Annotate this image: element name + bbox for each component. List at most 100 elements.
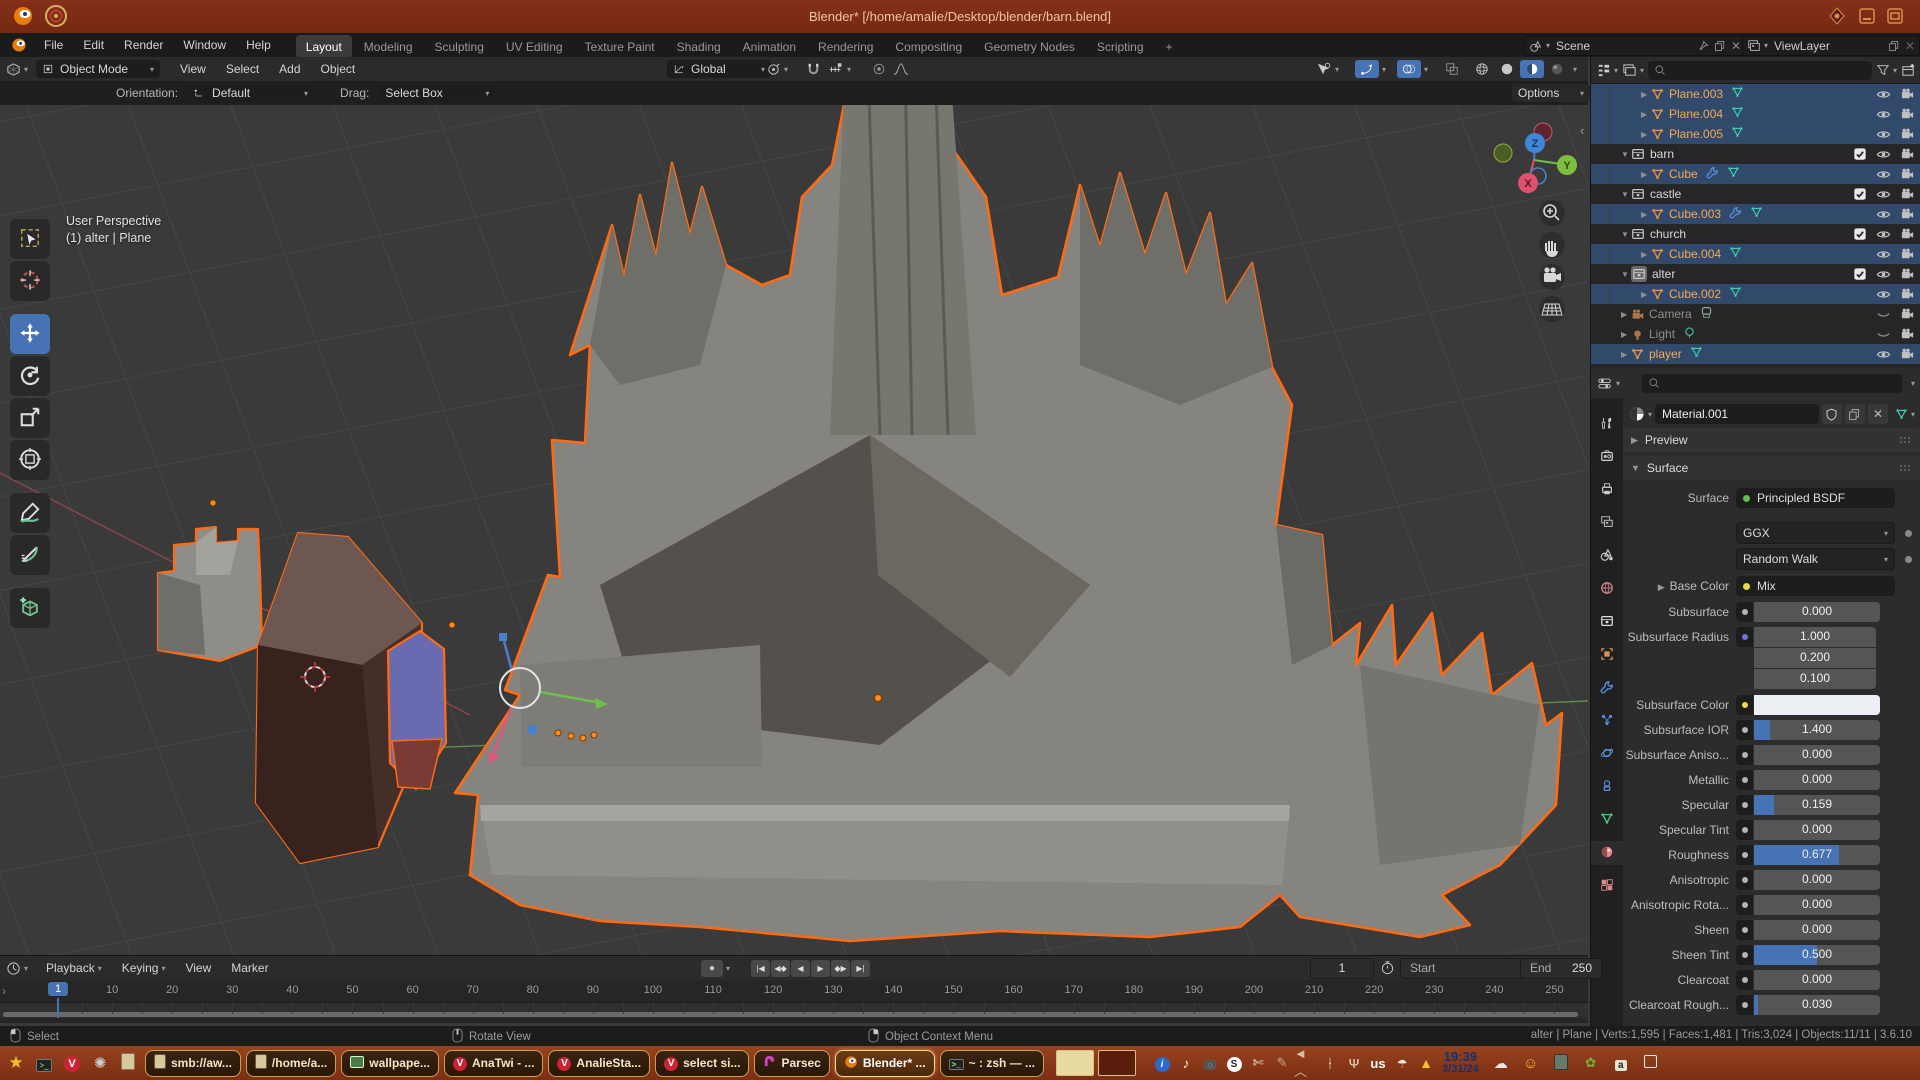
scene-selector[interactable]: ▾ Scene ✕ <box>1524 35 1746 56</box>
properties-search-input[interactable] <box>1642 374 1902 393</box>
tool-annotate-button[interactable] <box>10 493 50 533</box>
record-button[interactable]: ● <box>701 960 723 977</box>
wrench-icon[interactable] <box>1706 166 1719 182</box>
maximize-icon[interactable] <box>1886 7 1904 25</box>
proportional-editing-toggle[interactable] <box>872 62 909 76</box>
workspace-tab-uv-editing[interactable]: UV Editing <box>496 35 573 58</box>
expand-arrow-icon[interactable]: ▶ <box>1641 290 1651 299</box>
outliner-row-barn[interactable]: ▼barn <box>1591 144 1920 164</box>
clearcoat-rough--slider[interactable]: 0.030 <box>1754 995 1880 1015</box>
taskbar-window-select-si-[interactable]: Vselect si... <box>655 1050 749 1077</box>
node-socket-decorator[interactable] <box>1736 945 1753 965</box>
viewport-menu-add[interactable]: Add <box>269 62 310 76</box>
node-socket-decorator[interactable] <box>1736 845 1753 865</box>
jump-start-button[interactable]: |◀ <box>751 960 770 977</box>
timeline-menu-view[interactable]: View <box>175 961 221 975</box>
properties-tab-tool[interactable] <box>1591 412 1623 436</box>
eye-icon[interactable] <box>1876 147 1891 162</box>
mesh-data-icon[interactable] <box>1727 166 1740 182</box>
launcher-favorites-star[interactable]: ★ <box>4 1051 28 1075</box>
taskbar-clock[interactable]: 19:393/31/24 <box>1442 1050 1479 1076</box>
frame-end-field[interactable]: End250 <box>1520 958 1602 979</box>
expand-arrow-icon[interactable]: ▶ <box>1641 210 1651 219</box>
expand-arrow-icon[interactable]: ▶ <box>1641 110 1651 119</box>
object-visibility-button[interactable]: ▾ <box>1316 62 1339 76</box>
node-socket-decorator[interactable] <box>1736 895 1753 915</box>
eye-icon[interactable] <box>1876 287 1891 302</box>
properties-tab-scene[interactable] <box>1591 544 1623 568</box>
workspace-tab-compositing[interactable]: Compositing <box>885 35 972 58</box>
collapse-arrow-icon[interactable]: ▼ <box>1621 150 1631 159</box>
eye-icon[interactable] <box>1876 87 1891 102</box>
eye-icon[interactable] <box>1876 227 1891 242</box>
tool-measure-button[interactable] <box>10 535 50 575</box>
timeline-menu-marker[interactable]: Marker <box>221 961 278 975</box>
prev-key-button[interactable]: ◀◆ <box>771 960 790 977</box>
workspace-tab-animation[interactable]: Animation <box>733 35 806 58</box>
unlink-material-button[interactable]: ✕ <box>1868 404 1888 424</box>
properties-tab-physics[interactable] <box>1591 742 1623 766</box>
eye-icon[interactable] <box>1876 347 1891 362</box>
launcher-terminal[interactable]: >_ <box>32 1051 56 1075</box>
node-socket-decorator[interactable] <box>1736 602 1753 622</box>
workspace-tab-geometry-nodes[interactable]: Geometry Nodes <box>974 35 1085 58</box>
properties-tab-output[interactable] <box>1591 478 1623 502</box>
tray-game[interactable]: ◌ <box>1198 1051 1222 1075</box>
tool-add-cube-button[interactable] <box>10 588 50 628</box>
outliner-row-camera[interactable]: ▶Camera <box>1591 304 1920 324</box>
outliner-row-plane-004[interactable]: ▶Plane.004 <box>1591 104 1920 124</box>
disable-in-renders-icon[interactable] <box>1900 267 1915 282</box>
disable-in-renders-icon[interactable] <box>1900 147 1915 162</box>
workspace-1[interactable] <box>1056 1050 1094 1076</box>
outliner-row-plane-003[interactable]: ▶Plane.003 <box>1591 84 1920 104</box>
subsurface-method-dropdown[interactable]: Random Walk▾ <box>1736 548 1895 570</box>
workspace-tab--[interactable]: + <box>1156 35 1183 58</box>
taskbar-window-smb-aw-[interactable]: smb://aw... <box>145 1050 241 1077</box>
specular-tint-slider[interactable]: 0.000 <box>1754 820 1880 840</box>
app-menu-window[interactable]: Window <box>173 38 236 52</box>
gizmos-toggle[interactable] <box>1355 60 1379 78</box>
taskbar-window--zsh-[interactable]: >_~ : zsh — ... <box>940 1050 1044 1077</box>
checkbox-icon[interactable] <box>1853 187 1867 201</box>
collapse-arrow-icon[interactable]: ▼ <box>1621 230 1631 239</box>
distribution-dropdown[interactable]: GGX▾ <box>1736 522 1895 544</box>
timeline-scrollbar[interactable] <box>3 1012 1578 1017</box>
shading-rendered-button[interactable] <box>1545 60 1569 78</box>
eye-icon[interactable] <box>1876 267 1891 282</box>
subsurface-radius-value-0[interactable]: 1.000 <box>1754 627 1876 647</box>
new-collection-button[interactable] <box>1901 63 1916 78</box>
current-frame-badge[interactable]: 1 <box>48 982 68 996</box>
properties-tab-view-layer[interactable] <box>1591 511 1623 535</box>
launcher-archive[interactable] <box>116 1051 140 1075</box>
expand-arrow-icon[interactable]: ▶ <box>1641 130 1651 139</box>
tray-info[interactable]: i <box>1150 1051 1174 1075</box>
options-button[interactable]: Options▾ <box>1512 84 1590 102</box>
blender-menu-icon[interactable] <box>10 36 28 54</box>
taskbar-window-blender-[interactable]: Blender* ... <box>835 1050 935 1077</box>
remove-icon[interactable]: ✕ <box>1905 39 1915 53</box>
disable-in-renders-icon[interactable] <box>1900 107 1915 122</box>
tool-scale-button[interactable] <box>10 398 50 438</box>
display-mode-button[interactable]: ▾ <box>1596 63 1618 78</box>
prev-frame-button[interactable]: ◀ <box>791 960 810 977</box>
overlays-toggle[interactable] <box>1397 60 1421 78</box>
mesh-data-icon[interactable] <box>1731 86 1744 102</box>
tray-bluetooth[interactable]: ᛂ <box>1318 1051 1342 1075</box>
outliner-row-cube[interactable]: ▶Cube <box>1591 164 1920 184</box>
collapse-arrow-icon[interactable]: ▼ <box>1621 190 1631 199</box>
surface-shader-button[interactable]: Principled BSDF <box>1736 488 1895 508</box>
node-socket-decorator[interactable] <box>1736 720 1753 740</box>
node-socket-decorator[interactable] <box>1736 745 1753 765</box>
outliner-row-cube-004[interactable]: ▶Cube.004 <box>1591 244 1920 264</box>
view-layer-name[interactable]: ViewLayer <box>1774 39 1888 53</box>
timeline-menu-playback[interactable]: Playback▾ <box>36 961 112 975</box>
disable-in-renders-icon[interactable] <box>1900 167 1915 182</box>
workspace-tab-sculpting[interactable]: Sculpting <box>425 35 494 58</box>
gizmo-z-handle[interactable] <box>499 633 507 641</box>
outliner-row-castle[interactable]: ▼castle <box>1591 184 1920 204</box>
view-layer-selector[interactable]: ▾ ViewLayer ✕ <box>1742 35 1920 56</box>
node-socket-decorator[interactable] <box>1736 695 1753 715</box>
mode-selector[interactable]: Object Mode▾ <box>36 60 160 78</box>
workspace-tab-modeling[interactable]: Modeling <box>354 35 423 58</box>
subsurface-radius-value-1[interactable]: 0.200 <box>1754 648 1876 668</box>
